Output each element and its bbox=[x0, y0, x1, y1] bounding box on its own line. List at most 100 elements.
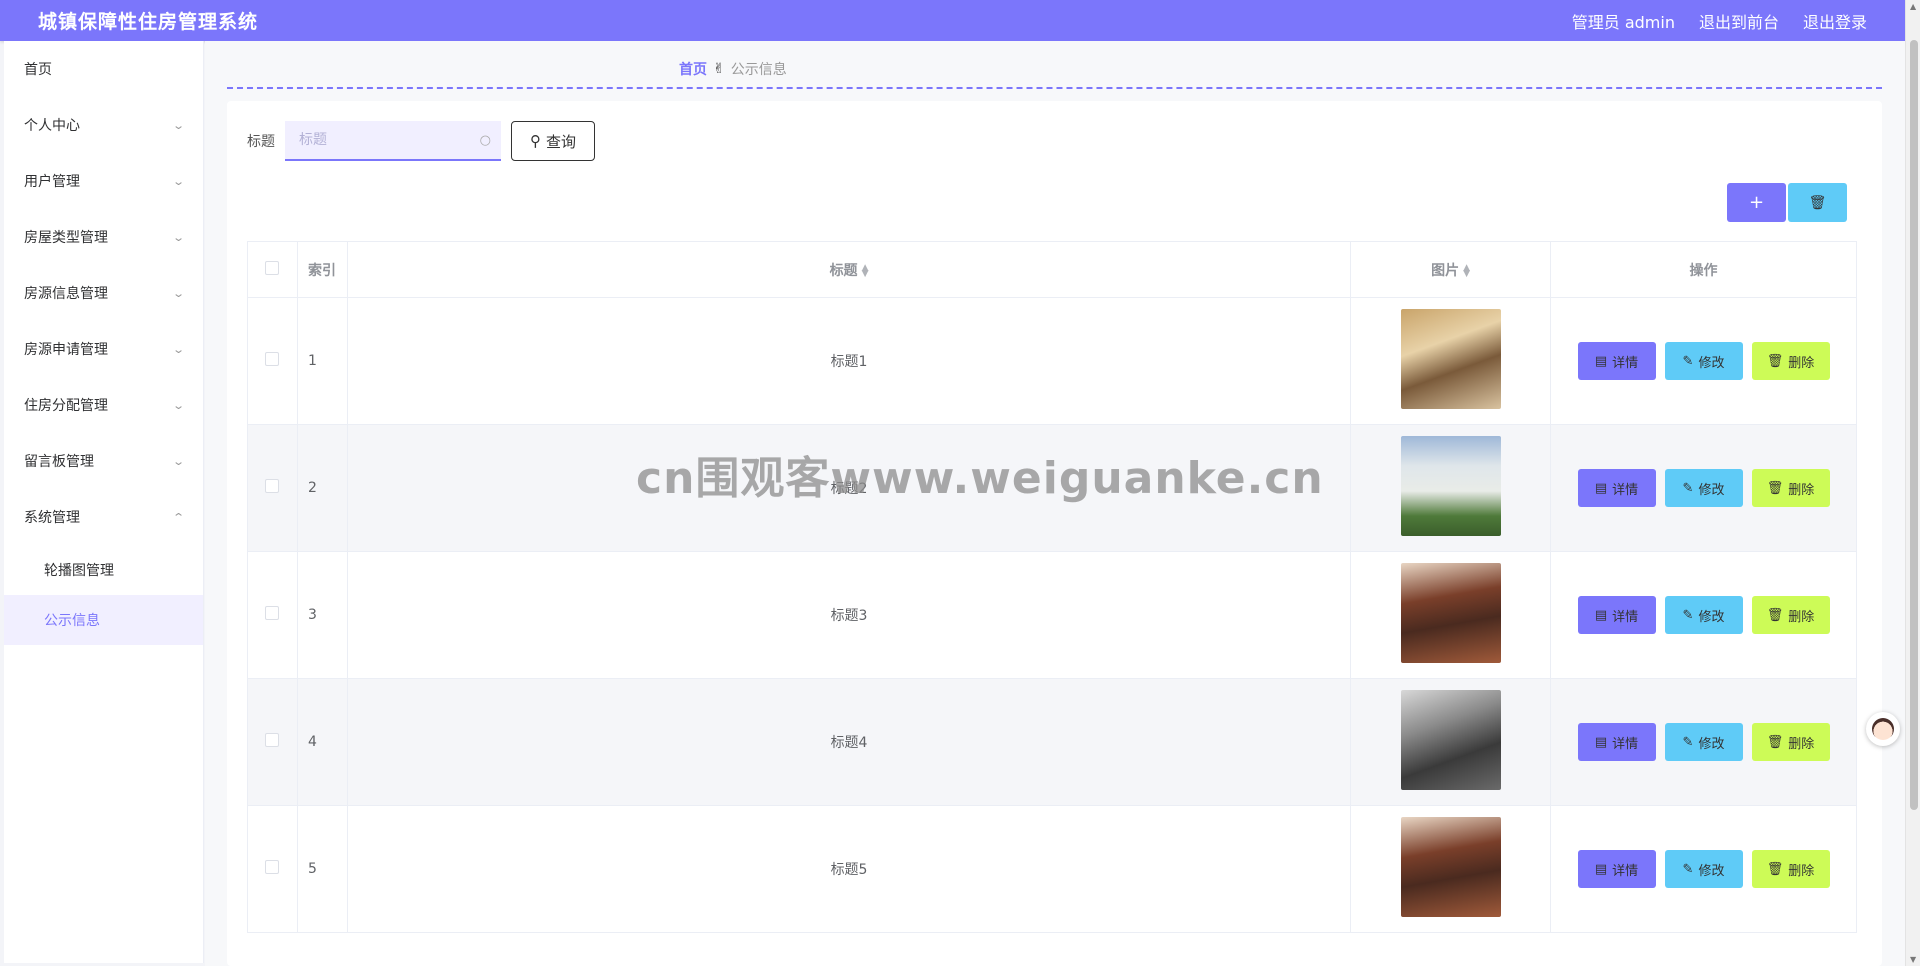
title-header-label: 标题 bbox=[829, 262, 858, 279]
add-button[interactable]: + bbox=[1727, 183, 1786, 222]
edit-button[interactable]: ✎ 修改 bbox=[1664, 596, 1743, 634]
delete-button-label: 删除 bbox=[1788, 863, 1815, 879]
sidebar-subitem-announcements[interactable]: 公示信息 bbox=[4, 595, 203, 645]
edit-button[interactable]: ✎ 修改 bbox=[1664, 723, 1743, 761]
sidebar-subitem-carousel[interactable]: 轮播图管理 bbox=[4, 545, 203, 595]
trash-icon: 🗑 bbox=[1766, 353, 1784, 369]
scroll-down-arrow[interactable]: ▼ bbox=[1910, 955, 1916, 964]
select-all-checkbox[interactable] bbox=[265, 260, 280, 275]
sidebar-item-label: 房屋类型管理 bbox=[24, 230, 108, 246]
row-image-thumbnail[interactable] bbox=[1400, 436, 1501, 536]
delete-button[interactable]: 🗑 删除 bbox=[1751, 723, 1830, 761]
logout-link[interactable]: 退出登录 bbox=[1803, 9, 1867, 33]
chevron-down-icon: ⌄ bbox=[171, 174, 185, 188]
detail-button-label: 详情 bbox=[1612, 609, 1639, 625]
content-panel: 标题 ○ ⚲ 查询 + 🗑 索引 标题▲▼ 图片▲▼ 操 bbox=[227, 101, 1882, 966]
row-image-thumbnail[interactable] bbox=[1400, 309, 1501, 409]
delete-button[interactable]: 🗑 删除 bbox=[1751, 850, 1830, 888]
edit-button-label: 修改 bbox=[1698, 863, 1725, 879]
sort-icon[interactable]: ▲ ▼ bbox=[1463, 263, 1470, 278]
pencil-icon: ✎ bbox=[1682, 607, 1694, 623]
sidebar-item-house-type[interactable]: 房屋类型管理 ⌄ bbox=[4, 209, 203, 265]
delete-button-label: 删除 bbox=[1788, 609, 1815, 625]
sidebar-item-system-management[interactable]: 系统管理 ⌃ bbox=[4, 489, 203, 545]
table-row: 4 标题4 ▤ 详情 ✎ 修改 🗑 删除 bbox=[247, 678, 1857, 806]
detail-button[interactable]: ▤ 详情 bbox=[1577, 469, 1656, 507]
exit-to-front-link[interactable]: 退出到前台 bbox=[1699, 9, 1779, 33]
search-box: ○ bbox=[285, 121, 501, 161]
row-checkbox[interactable] bbox=[265, 606, 280, 620]
actions-header: 操作 bbox=[1550, 241, 1857, 298]
announcements-table: 索引 标题▲▼ 图片▲▼ 操作 1 标题1 ▤详情 ✎修改 🗑删除 bbox=[247, 241, 1857, 933]
sort-icon[interactable]: ▲ ▼ bbox=[862, 263, 869, 278]
row-checkbox[interactable] bbox=[265, 733, 280, 747]
pencil-icon: ✎ bbox=[1682, 861, 1694, 877]
assistant-avatar[interactable] bbox=[1866, 712, 1900, 746]
search-row: 标题 ○ ⚲ 查询 bbox=[247, 121, 596, 161]
breadcrumb-current: 公示信息 bbox=[730, 62, 787, 78]
row-checkbox[interactable] bbox=[265, 860, 280, 874]
table-header-row: 索引 标题 ▲ ▼ 图片 ▲ ▼ 操作 bbox=[247, 241, 1857, 298]
breadcrumb-home[interactable]: 首页 bbox=[679, 59, 707, 79]
detail-button[interactable]: ▤ 详情 bbox=[1577, 342, 1656, 380]
sidebar-subitem-label: 公示信息 bbox=[44, 613, 100, 629]
title-header[interactable]: 标题 ▲ ▼ bbox=[346, 241, 1352, 298]
delete-button[interactable]: 🗑 删除 bbox=[1751, 469, 1830, 507]
page-scrollbar[interactable]: ▲ ▼ bbox=[1905, 0, 1920, 966]
admin-user-label[interactable]: 管理员 admin bbox=[1572, 9, 1675, 33]
delete-button[interactable]: 🗑 删除 bbox=[1751, 342, 1830, 380]
trash-icon: 🗑 bbox=[1766, 607, 1784, 623]
search-input[interactable] bbox=[299, 132, 459, 148]
sidebar-item-personal-center[interactable]: 个人中心 ⌄ bbox=[4, 97, 203, 153]
edit-button[interactable]: ✎ 修改 bbox=[1664, 342, 1743, 380]
sidebar-item-label: 用户管理 bbox=[24, 174, 80, 190]
edit-button-label: 修改 bbox=[1698, 736, 1725, 752]
row-index: 4 bbox=[296, 678, 348, 806]
chevron-down-icon: ⌄ bbox=[171, 286, 185, 300]
chevron-down-icon: ⌄ bbox=[171, 230, 185, 244]
index-header: 索引 bbox=[296, 241, 348, 298]
row-title: 标题1 bbox=[346, 297, 1352, 425]
row-image-thumbnail[interactable] bbox=[1400, 817, 1501, 917]
breadcrumb-divider bbox=[227, 87, 1882, 89]
chevron-down-icon: ⌄ bbox=[171, 398, 185, 412]
image-header-label: 图片 bbox=[1431, 262, 1460, 279]
delete-button-label: 删除 bbox=[1788, 355, 1815, 371]
row-image-thumbnail[interactable] bbox=[1400, 690, 1501, 790]
sidebar-item-message-board[interactable]: 留言板管理 ⌄ bbox=[4, 433, 203, 489]
detail-button[interactable]: ▤ 详情 bbox=[1577, 850, 1656, 888]
sidebar-item-label: 房源信息管理 bbox=[24, 286, 108, 302]
edit-button[interactable]: ✎ 修改 bbox=[1664, 850, 1743, 888]
sidebar-item-home[interactable]: 首页 bbox=[4, 41, 203, 97]
search-icon: ○ bbox=[479, 132, 491, 148]
query-button[interactable]: ⚲ 查询 bbox=[511, 121, 596, 161]
sidebar-subitem-label: 轮播图管理 bbox=[44, 563, 114, 579]
image-header[interactable]: 图片 ▲ ▼ bbox=[1350, 241, 1552, 298]
row-checkbox[interactable] bbox=[265, 479, 280, 493]
sidebar-item-label: 系统管理 bbox=[24, 510, 80, 526]
document-icon: ▤ bbox=[1594, 861, 1608, 877]
scrollbar-thumb[interactable] bbox=[1910, 40, 1918, 810]
sidebar-item-user-management[interactable]: 用户管理 ⌄ bbox=[4, 153, 203, 209]
delete-button[interactable]: 🗑 删除 bbox=[1751, 596, 1830, 634]
table-row: 2 标题2 ▤ 详情 ✎ 修改 🗑 删除 bbox=[247, 424, 1857, 552]
hand-pointer-icon: ✌ bbox=[713, 61, 725, 77]
pencil-icon: ✎ bbox=[1682, 480, 1694, 496]
edit-button[interactable]: ✎ 修改 bbox=[1664, 469, 1743, 507]
scroll-up-arrow[interactable]: ▲ bbox=[1910, 2, 1916, 11]
query-button-label: 查询 bbox=[546, 132, 577, 151]
document-icon: ▤ bbox=[1594, 734, 1608, 750]
row-image-thumbnail[interactable] bbox=[1400, 563, 1501, 663]
sidebar-item-housing-allocation[interactable]: 住房分配管理 ⌄ bbox=[4, 377, 203, 433]
sidebar-item-house-application[interactable]: 房源申请管理 ⌄ bbox=[4, 321, 203, 377]
edit-button-label: 修改 bbox=[1698, 609, 1725, 625]
search-label: 标题 bbox=[247, 134, 275, 150]
batch-delete-button[interactable]: 🗑 bbox=[1788, 183, 1847, 222]
trash-icon: 🗑 bbox=[1766, 734, 1784, 750]
row-checkbox[interactable] bbox=[265, 352, 280, 366]
detail-button[interactable]: ▤ 详情 bbox=[1577, 723, 1656, 761]
document-icon: ▤ bbox=[1594, 607, 1608, 623]
sidebar-item-house-info[interactable]: 房源信息管理 ⌄ bbox=[4, 265, 203, 321]
edit-button-label: 修改 bbox=[1698, 482, 1725, 498]
detail-button[interactable]: ▤ 详情 bbox=[1577, 596, 1656, 634]
